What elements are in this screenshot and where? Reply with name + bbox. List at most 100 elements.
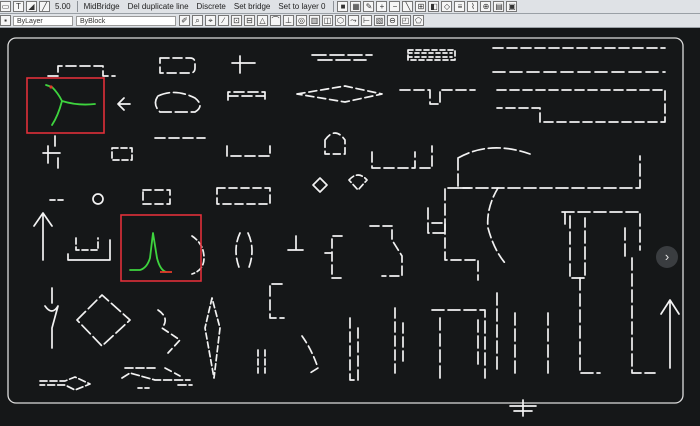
cut-part	[312, 177, 328, 193]
pen-icon[interactable]: ⌒	[270, 15, 281, 26]
cut-part	[117, 97, 131, 111]
sheet-border	[7, 37, 684, 404]
line-icon[interactable]: ≡	[454, 1, 466, 12]
grid-icon[interactable]: ▧	[374, 15, 385, 26]
line-icon[interactable]: ╲	[402, 1, 414, 12]
cut-part	[42, 135, 61, 169]
text-icon[interactable]: T	[13, 1, 24, 12]
selected-curve	[45, 84, 96, 126]
shape-tool-icon[interactable]: ▪	[0, 15, 11, 26]
pen-icon[interactable]: ⌇	[467, 1, 479, 12]
grid-icon[interactable]: ▦	[350, 1, 362, 12]
hole	[92, 193, 104, 205]
cut-part	[216, 187, 271, 205]
zoom-in-icon[interactable]: ◎	[296, 15, 307, 26]
shape-tool-icon[interactable]: ◧	[428, 1, 440, 12]
cut-part	[121, 367, 193, 386]
polygon-icon[interactable]: ◇	[441, 1, 453, 12]
cut-part	[111, 147, 133, 161]
cut-part	[457, 147, 641, 189]
linetype-select[interactable]: ByBlock	[76, 15, 176, 26]
selected-curve	[129, 232, 167, 273]
cut-part	[569, 215, 586, 279]
pen-icon[interactable]: ✎	[363, 1, 375, 12]
polygon-icon[interactable]: ⬡	[335, 15, 346, 26]
cut-part	[631, 257, 656, 374]
polygon-icon[interactable]: ◢	[26, 1, 37, 12]
cut-part	[371, 145, 433, 169]
cut-part	[157, 309, 181, 377]
selection-box	[26, 77, 105, 134]
cut-part	[204, 297, 221, 379]
cut-part	[486, 187, 506, 264]
cut-part	[427, 187, 471, 234]
grid-icon[interactable]: ⊞	[415, 1, 427, 12]
cut-part	[296, 85, 383, 103]
cut-part	[496, 89, 666, 123]
drawing-canvas[interactable]: ›	[0, 28, 700, 426]
set-to-layer-button[interactable]: Set to layer 0	[275, 1, 328, 13]
toolbar-separator	[333, 1, 335, 12]
cut-part	[394, 307, 404, 374]
cut-part	[227, 91, 266, 101]
shape-tool-icon[interactable]: ⊡	[231, 15, 242, 26]
cut-part	[547, 277, 601, 374]
properties-toolbar: ▪ ByLayer ByBlock ✐ ⌕ ⌖ ∕ ⊡ ⊟ △ ⌒ ⊥ ◎ ▥ …	[0, 14, 700, 28]
cut-part	[324, 132, 346, 155]
cut-part	[301, 335, 319, 374]
cut-part	[257, 349, 266, 374]
layer-select[interactable]: ByLayer	[13, 15, 73, 26]
zoom-value[interactable]: 5.00	[52, 2, 74, 11]
cut-part	[407, 49, 456, 61]
arrow-right-icon[interactable]: ›	[656, 246, 678, 268]
grid-icon[interactable]: ▤	[493, 1, 505, 12]
cut-part	[191, 235, 205, 275]
zoom-in-icon[interactable]: +	[376, 1, 388, 12]
polygon-icon[interactable]: △	[257, 15, 268, 26]
zoom-out-icon[interactable]: −	[389, 1, 401, 12]
discrete-button[interactable]: Discrete	[194, 1, 229, 13]
cut-part	[226, 145, 271, 157]
cut-part	[76, 294, 131, 347]
line-icon[interactable]: ∕	[218, 15, 229, 26]
midbridge-button[interactable]: MidBridge	[81, 1, 123, 13]
cut-part	[287, 235, 304, 251]
cut-part	[142, 189, 171, 205]
cut-part	[47, 65, 116, 77]
line-icon[interactable]: ⊢	[361, 15, 372, 26]
orientation-arrow	[660, 299, 680, 369]
cut-part	[75, 237, 99, 251]
zoom-in-icon[interactable]: ⌕	[192, 15, 203, 26]
shape-tool-icon[interactable]: ▣	[506, 1, 518, 12]
cut-part	[349, 317, 359, 381]
cut-part	[431, 309, 486, 379]
shape-tool-icon[interactable]: ◫	[322, 15, 333, 26]
line-icon[interactable]: ⊥	[283, 15, 294, 26]
cad-drawing[interactable]	[0, 28, 700, 426]
cut-part	[154, 91, 201, 113]
cut-part	[269, 283, 285, 319]
pen-icon[interactable]: ⤳	[348, 15, 359, 26]
endpoint-marker	[49, 85, 53, 89]
zoom-out-icon[interactable]: ⊖	[387, 15, 398, 26]
shape-tool-icon[interactable]: ■	[337, 1, 349, 12]
cut-part	[407, 52, 453, 58]
cut-part	[235, 232, 253, 271]
grid-icon[interactable]: ▥	[309, 15, 320, 26]
zoom-in-icon[interactable]: ⊕	[480, 1, 492, 12]
shape-tool-icon[interactable]: ◰	[400, 15, 411, 26]
cut-part	[311, 54, 373, 61]
pen-icon[interactable]: ✐	[179, 15, 190, 26]
zoom-out-icon[interactable]: ⌖	[205, 15, 216, 26]
cut-part	[39, 376, 91, 391]
toolbar-separator	[76, 1, 78, 12]
cut-part	[231, 55, 256, 74]
shape-tool-icon[interactable]: ▭	[0, 1, 11, 12]
cut-part	[399, 89, 476, 105]
set-bridge-button[interactable]: Set bridge	[231, 1, 273, 13]
del-duplicate-line-button[interactable]: Del duplicate line	[125, 1, 192, 13]
cut-part	[431, 222, 479, 281]
line-icon[interactable]: ╱	[39, 1, 50, 12]
polygon-icon[interactable]: ⬠	[413, 15, 424, 26]
grid-icon[interactable]: ⊟	[244, 15, 255, 26]
